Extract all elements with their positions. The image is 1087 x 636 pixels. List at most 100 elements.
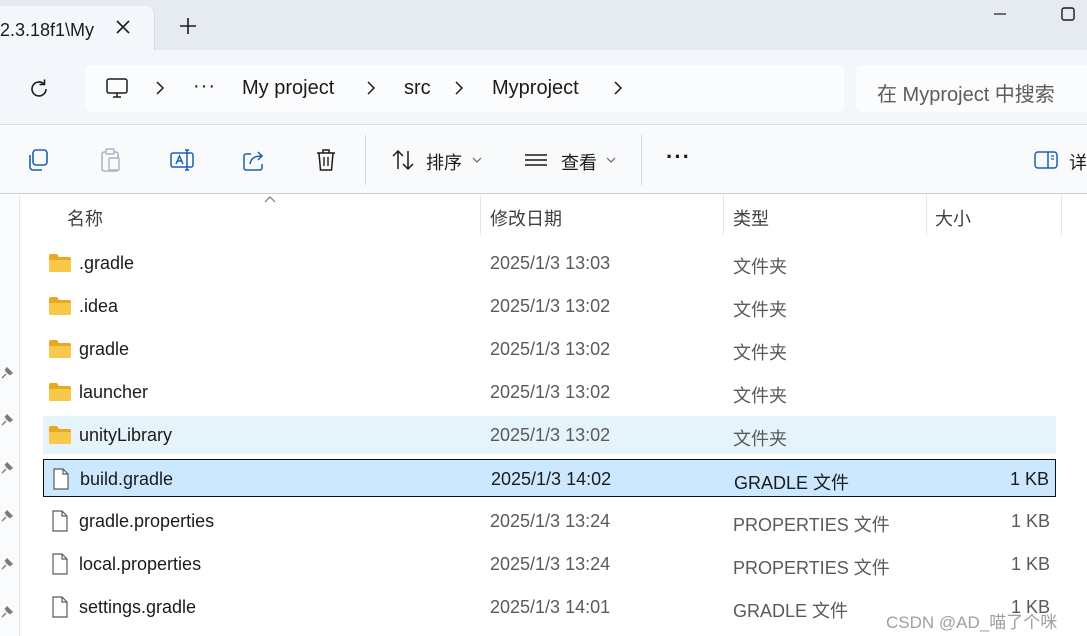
folder-icon [49, 297, 71, 315]
search-placeholder: 在 Myproject 中搜索 [877, 84, 1055, 106]
column-header-modified[interactable]: 修改日期 [490, 205, 562, 231]
delete-icon[interactable] [313, 147, 339, 173]
address-row: ··· My project src Myproject 在 Myproject… [0, 50, 1087, 125]
file-modified: 2025/1/3 13:24 [490, 511, 611, 531]
tab-strip: 2.3.18f1\My [0, 0, 1087, 50]
file-row[interactable]: local.properties 2025/1/3 13:24 PROPERTI… [43, 545, 1056, 583]
file-modified: 2025/1/3 13:02 [490, 425, 611, 445]
sort-icon[interactable] [390, 147, 416, 173]
search-input[interactable]: 在 Myproject 中搜索 [856, 65, 1087, 112]
watermark: CSDN @AD_喵了个咪 [886, 613, 1058, 632]
column-header-name[interactable]: 名称 [67, 205, 103, 231]
address-bar[interactable]: ··· My project src Myproject [85, 65, 844, 112]
file-name: local.properties [79, 554, 202, 574]
file-name: unityLibrary [79, 425, 173, 445]
file-type: GRADLE 文件 [733, 601, 849, 621]
paste-icon[interactable] [97, 147, 123, 173]
column-headers: 名称 修改日期 类型 大小 [20, 195, 1087, 239]
column-header-size[interactable]: 大小 [935, 205, 971, 231]
file-row[interactable]: gradle.properties 2025/1/3 13:24 PROPERT… [43, 502, 1056, 540]
file-row[interactable]: gradle 2025/1/3 13:02 文件夹 [43, 330, 1056, 368]
pin-icon[interactable] [0, 366, 14, 380]
share-icon[interactable] [241, 147, 267, 173]
breadcrumb-myproject[interactable]: Myproject [492, 77, 579, 100]
maximize-icon[interactable] [1060, 6, 1076, 22]
file-name: settings.gradle [79, 597, 197, 617]
file-icon [52, 510, 68, 532]
sort-button[interactable]: 排序 [426, 149, 462, 175]
file-modified: 2025/1/3 14:02 [491, 469, 612, 489]
file-name: .gradle [79, 253, 135, 273]
column-divider[interactable] [926, 195, 927, 235]
minimize-icon[interactable] [992, 6, 1008, 22]
tab-title: 2.3.18f1\My [0, 20, 95, 40]
folder-icon [49, 340, 71, 358]
toolbar-divider [365, 135, 366, 185]
file-size: 1 KB [1010, 554, 1050, 574]
file-row[interactable]: .gradle 2025/1/3 13:03 文件夹 [43, 244, 1056, 282]
chevron-right-icon[interactable] [362, 79, 380, 97]
file-icon [52, 553, 68, 575]
file-type: 文件夹 [733, 429, 787, 449]
computer-icon[interactable] [104, 75, 130, 101]
file-type: 文件夹 [733, 343, 787, 363]
file-type: 文件夹 [733, 300, 787, 320]
details-button[interactable]: 详 [1069, 149, 1087, 175]
breadcrumb-my-project[interactable]: My project [242, 77, 334, 100]
folder-icon [49, 254, 71, 272]
more-options-button[interactable]: ··· [666, 144, 691, 170]
file-type: 文件夹 [733, 386, 787, 406]
folder-icon [49, 383, 71, 401]
navigation-pane [0, 195, 20, 636]
copy-icon[interactable] [25, 147, 51, 173]
column-divider[interactable] [480, 195, 481, 235]
toolbar-divider [641, 135, 642, 185]
chevron-right-icon[interactable] [450, 79, 468, 97]
file-type: 文件夹 [733, 257, 787, 277]
file-icon [53, 468, 69, 490]
file-name: gradle [79, 339, 130, 359]
file-row-hovered[interactable]: unityLibrary 2025/1/3 13:02 文件夹 [43, 416, 1056, 454]
file-size: 1 KB [1010, 511, 1050, 531]
file-icon [52, 596, 68, 618]
file-row[interactable]: launcher 2025/1/3 13:02 文件夹 [43, 373, 1056, 411]
chevron-right-icon[interactable] [609, 79, 627, 97]
close-icon[interactable] [111, 15, 135, 39]
pin-icon[interactable] [0, 557, 14, 571]
file-modified: 2025/1/3 13:02 [490, 382, 611, 402]
file-name: .idea [79, 296, 119, 316]
pin-icon[interactable] [0, 605, 14, 619]
pin-icon[interactable] [0, 413, 14, 427]
refresh-icon[interactable] [26, 76, 52, 102]
pin-icon[interactable] [0, 509, 14, 523]
file-modified: 2025/1/3 13:03 [490, 253, 611, 273]
file-type: GRADLE 文件 [734, 473, 850, 493]
file-name: launcher [79, 382, 149, 402]
command-bar: 排序 查看 ··· 详 [0, 125, 1087, 194]
chevron-down-icon[interactable] [472, 156, 482, 164]
file-row[interactable]: .idea 2025/1/3 13:02 文件夹 [43, 287, 1056, 325]
folder-icon [49, 426, 71, 444]
file-type: PROPERTIES 文件 [733, 515, 890, 535]
chevron-down-icon[interactable] [606, 156, 616, 164]
column-divider[interactable] [723, 195, 724, 235]
details-pane-icon[interactable] [1033, 147, 1059, 173]
file-modified: 2025/1/3 14:01 [490, 597, 611, 617]
file-modified: 2025/1/3 13:02 [490, 339, 611, 359]
plus-icon[interactable] [176, 14, 200, 38]
column-header-type[interactable]: 类型 [733, 205, 769, 231]
tab-active[interactable]: 2.3.18f1\My [0, 6, 155, 50]
view-icon[interactable] [523, 147, 549, 173]
pin-icon[interactable] [0, 461, 14, 475]
breadcrumb-overflow[interactable]: ··· [193, 75, 216, 98]
file-size: 1 KB [1009, 469, 1049, 489]
file-name: gradle.properties [79, 511, 215, 531]
file-type: PROPERTIES 文件 [733, 558, 890, 578]
view-button[interactable]: 查看 [561, 149, 597, 175]
column-divider[interactable] [1061, 195, 1062, 235]
rename-icon[interactable] [169, 147, 195, 173]
file-row-selected[interactable]: build.gradle 2025/1/3 14:02 GRADLE 文件 1 … [43, 459, 1056, 497]
file-modified: 2025/1/3 13:24 [490, 554, 611, 574]
chevron-right-icon[interactable] [151, 79, 169, 97]
breadcrumb-src[interactable]: src [404, 77, 431, 100]
